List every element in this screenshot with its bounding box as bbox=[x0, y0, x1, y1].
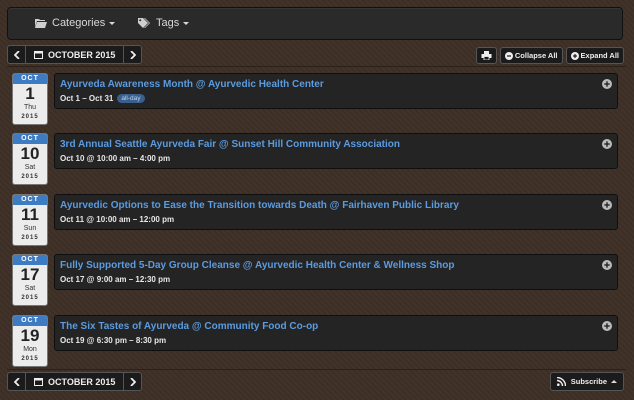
event-day: 17 bbox=[20, 265, 40, 284]
collapse-all-label: Collapse All bbox=[514, 51, 558, 60]
month-picker-button[interactable]: OCTOBER 2015 bbox=[26, 372, 124, 391]
expand-event-icon[interactable] bbox=[602, 260, 612, 270]
event-weekday: Thu bbox=[23, 104, 37, 111]
event-year: 2015 bbox=[21, 295, 39, 301]
event-card[interactable]: Ayurvedic Options to Ease the Transition… bbox=[54, 194, 618, 230]
tags-icon bbox=[138, 18, 150, 29]
event-day: 19 bbox=[20, 326, 40, 345]
event-card[interactable]: Fully Supported 5-Day Group Cleanse @ Ay… bbox=[54, 254, 618, 290]
event-date-box: OCT 17 Sat 2015 bbox=[12, 254, 48, 306]
expand-event-icon[interactable] bbox=[602, 79, 612, 89]
event-day: 1 bbox=[25, 84, 35, 103]
next-month-button[interactable] bbox=[123, 372, 143, 391]
event-card[interactable]: The Six Tastes of Ayurveda @ Community F… bbox=[54, 315, 618, 351]
event-weekday: Sun bbox=[23, 225, 37, 232]
event-month: OCT bbox=[13, 74, 47, 84]
event-title[interactable]: The Six Tastes of Ayurveda @ Community F… bbox=[60, 321, 318, 332]
event-title[interactable]: 3rd Annual Seattle Ayurveda Fair @ Sunse… bbox=[60, 139, 400, 150]
chevron-left-icon bbox=[13, 377, 20, 386]
event-date-box: OCT 11 Sun 2015 bbox=[12, 194, 48, 246]
collapse-all-button[interactable]: Collapse All bbox=[499, 47, 563, 64]
event-title[interactable]: Ayurvedic Options to Ease the Transition… bbox=[60, 200, 459, 211]
event-card[interactable]: Ayurveda Awareness Month @ Ayurvedic Hea… bbox=[54, 73, 618, 109]
categories-dropdown[interactable]: Categories bbox=[35, 8, 116, 39]
folder-open-icon bbox=[35, 19, 47, 29]
chevron-down-icon bbox=[109, 21, 116, 25]
month-label: OCTOBER 2015 bbox=[48, 376, 116, 387]
plus-circle-icon bbox=[570, 51, 579, 60]
all-day-badge: all-day bbox=[117, 94, 145, 103]
minus-circle-icon bbox=[504, 51, 513, 60]
expand-event-icon[interactable] bbox=[602, 139, 612, 149]
calendar-icon bbox=[34, 378, 43, 386]
print-button[interactable] bbox=[475, 47, 497, 64]
event-title[interactable]: Fully Supported 5-Day Group Cleanse @ Ay… bbox=[60, 260, 454, 271]
event-row: OCT 11 Sun 2015 Ayurvedic Options to Eas… bbox=[7, 188, 626, 248]
event-year: 2015 bbox=[21, 114, 39, 120]
event-row: OCT 1 Thu 2015 Ayurveda Awareness Month … bbox=[7, 67, 626, 127]
event-day: 10 bbox=[20, 144, 40, 163]
event-weekday: Sat bbox=[24, 285, 36, 292]
event-time: Oct 17 @ 9:00 am – 12:30 pm bbox=[60, 275, 171, 284]
view-toolbar: Collapse All Expand All bbox=[475, 47, 624, 64]
subscribe-button[interactable]: Subscribe bbox=[549, 372, 624, 391]
event-weekday: Mon bbox=[23, 346, 37, 353]
event-time-text: Oct 1 – Oct 31 bbox=[60, 94, 114, 103]
calendar-icon bbox=[34, 51, 43, 59]
prev-month-button[interactable] bbox=[7, 372, 26, 391]
event-weekday: Sat bbox=[24, 164, 36, 171]
month-navigation-bottom: OCTOBER 2015 bbox=[7, 372, 143, 391]
tags-dropdown[interactable]: Tags bbox=[138, 8, 190, 39]
event-time: Oct 11 @ 10:00 am – 12:00 pm bbox=[60, 215, 175, 224]
expand-event-icon[interactable] bbox=[602, 200, 612, 210]
event-time: Oct 10 @ 10:00 am – 4:00 pm bbox=[60, 154, 171, 163]
event-row: OCT 17 Sat 2015 Fully Supported 5-Day Gr… bbox=[7, 248, 626, 308]
next-month-button[interactable] bbox=[123, 45, 143, 64]
event-month: OCT bbox=[13, 316, 47, 326]
event-year: 2015 bbox=[21, 356, 39, 362]
event-time: Oct 19 @ 6:30 pm – 8:30 pm bbox=[60, 336, 167, 345]
month-navigation-top: OCTOBER 2015 bbox=[7, 45, 143, 64]
event-date-box: OCT 19 Mon 2015 bbox=[12, 315, 48, 367]
tags-label: Tags bbox=[156, 17, 180, 29]
expand-all-button[interactable]: Expand All bbox=[565, 47, 624, 64]
expand-all-label: Expand All bbox=[580, 51, 619, 60]
categories-label: Categories bbox=[52, 17, 106, 29]
subscribe-label: Subscribe bbox=[570, 377, 607, 386]
chevron-down-icon bbox=[183, 21, 190, 25]
chevron-up-icon bbox=[611, 380, 617, 383]
filter-bar: Categories Tags bbox=[7, 7, 623, 40]
event-date-box: OCT 1 Thu 2015 bbox=[12, 73, 48, 125]
chevron-right-icon bbox=[130, 377, 136, 386]
event-month: OCT bbox=[13, 195, 47, 205]
event-time: Oct 1 – Oct 31 all-day bbox=[60, 94, 145, 103]
event-list: OCT 1 Thu 2015 Ayurveda Awareness Month … bbox=[7, 66, 626, 370]
event-row: OCT 19 Mon 2015 The Six Tastes of Ayurve… bbox=[7, 309, 626, 369]
expand-event-icon[interactable] bbox=[602, 321, 612, 331]
print-icon bbox=[481, 51, 492, 60]
event-month: OCT bbox=[13, 134, 47, 144]
chevron-left-icon bbox=[13, 50, 20, 59]
event-month: OCT bbox=[13, 255, 47, 265]
rss-icon bbox=[556, 377, 566, 386]
event-date-box: OCT 10 Sat 2015 bbox=[12, 133, 48, 185]
event-row: OCT 10 Sat 2015 3rd Annual Seattle Ayurv… bbox=[7, 127, 626, 187]
chevron-right-icon bbox=[130, 50, 136, 59]
event-year: 2015 bbox=[21, 174, 39, 180]
prev-month-button[interactable] bbox=[7, 45, 26, 64]
event-day: 11 bbox=[21, 205, 39, 224]
month-picker-button[interactable]: OCTOBER 2015 bbox=[26, 45, 124, 64]
event-card[interactable]: 3rd Annual Seattle Ayurveda Fair @ Sunse… bbox=[54, 133, 618, 169]
event-title[interactable]: Ayurveda Awareness Month @ Ayurvedic Hea… bbox=[60, 79, 324, 90]
month-label: OCTOBER 2015 bbox=[48, 49, 116, 60]
event-year: 2015 bbox=[21, 235, 39, 241]
